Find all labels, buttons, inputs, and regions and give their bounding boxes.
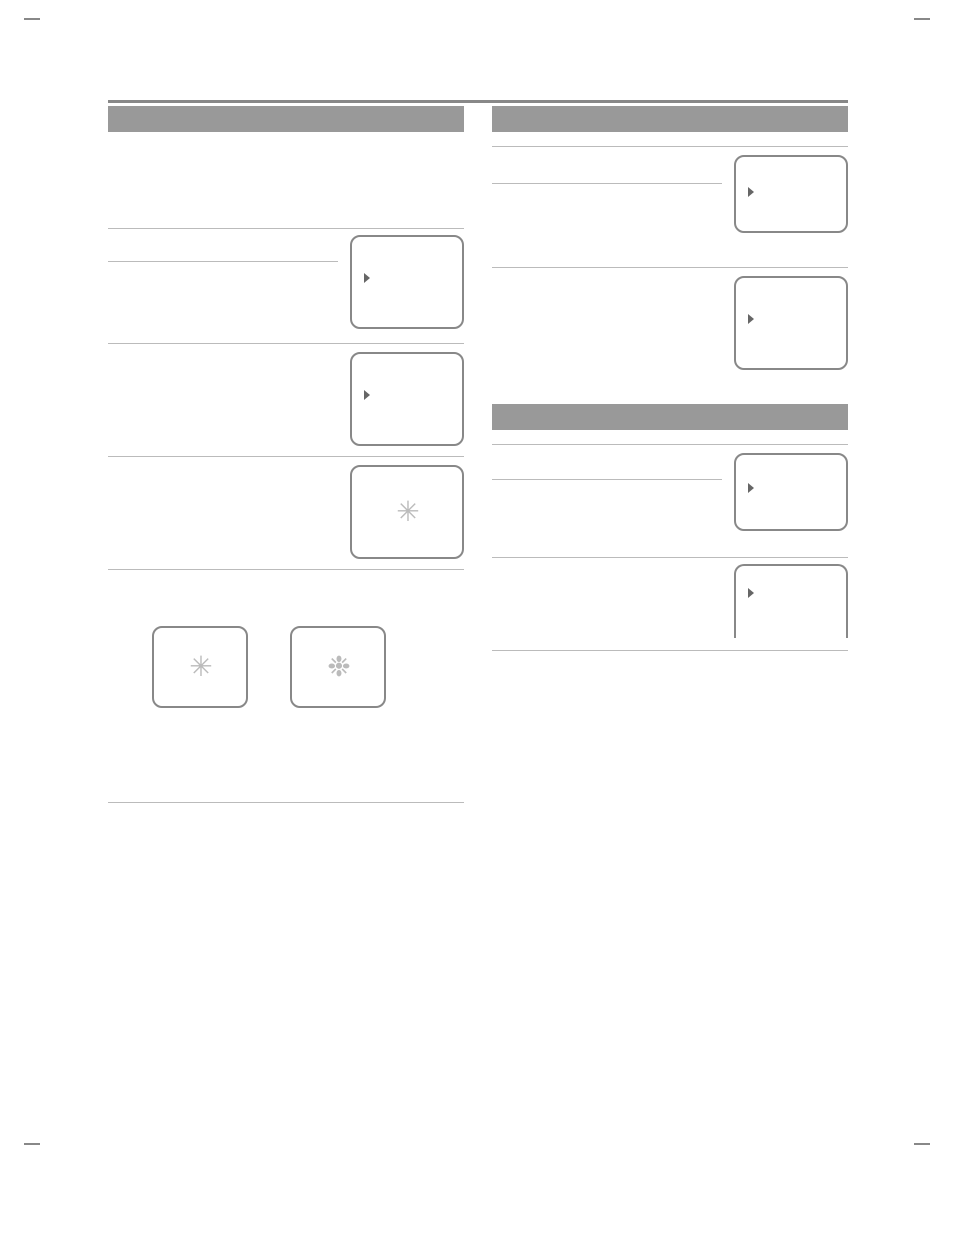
crop-mark bbox=[24, 18, 40, 20]
caret-right-icon bbox=[748, 588, 754, 598]
display-panel bbox=[350, 235, 464, 329]
divider bbox=[108, 802, 464, 803]
caret-right-icon bbox=[364, 390, 370, 400]
divider bbox=[492, 183, 722, 184]
divider bbox=[492, 479, 722, 480]
option-row bbox=[492, 268, 848, 382]
display-panel bbox=[734, 564, 848, 638]
section-header-bar bbox=[492, 106, 848, 132]
crop-mark bbox=[914, 18, 930, 20]
section-header-bar bbox=[108, 106, 464, 132]
display-panel bbox=[350, 352, 464, 446]
divider bbox=[108, 569, 464, 570]
right-column bbox=[492, 106, 848, 803]
option-row: ✳︎ bbox=[108, 457, 464, 569]
option-row bbox=[108, 229, 464, 343]
section-header-bar bbox=[492, 404, 848, 430]
option-row bbox=[492, 558, 848, 650]
option-row bbox=[492, 147, 848, 267]
snowflake-icon: ❉ bbox=[327, 653, 348, 681]
display-panel: ✳︎ bbox=[350, 465, 464, 559]
display-panel bbox=[734, 453, 848, 531]
display-panel: ❉ bbox=[290, 626, 386, 708]
caret-right-icon bbox=[748, 187, 754, 197]
crop-mark bbox=[914, 1143, 930, 1145]
top-rule bbox=[108, 100, 848, 103]
divider bbox=[492, 650, 848, 651]
display-panel bbox=[734, 276, 848, 370]
option-row bbox=[492, 445, 848, 557]
page-content: ✳︎ ✳︎ ❉ bbox=[108, 100, 848, 803]
snowflake-icon: ✳︎ bbox=[396, 498, 417, 526]
display-panel bbox=[734, 155, 848, 233]
option-row-pair: ✳︎ ❉ bbox=[108, 626, 464, 802]
caret-right-icon bbox=[748, 314, 754, 324]
left-column: ✳︎ ✳︎ ❉ bbox=[108, 106, 464, 803]
caret-right-icon bbox=[364, 273, 370, 283]
divider bbox=[108, 261, 338, 262]
crop-mark bbox=[24, 1143, 40, 1145]
snowflake-icon: ✳︎ bbox=[189, 653, 210, 681]
display-panel: ✳︎ bbox=[152, 626, 248, 708]
caret-right-icon bbox=[748, 483, 754, 493]
option-row bbox=[108, 344, 464, 456]
